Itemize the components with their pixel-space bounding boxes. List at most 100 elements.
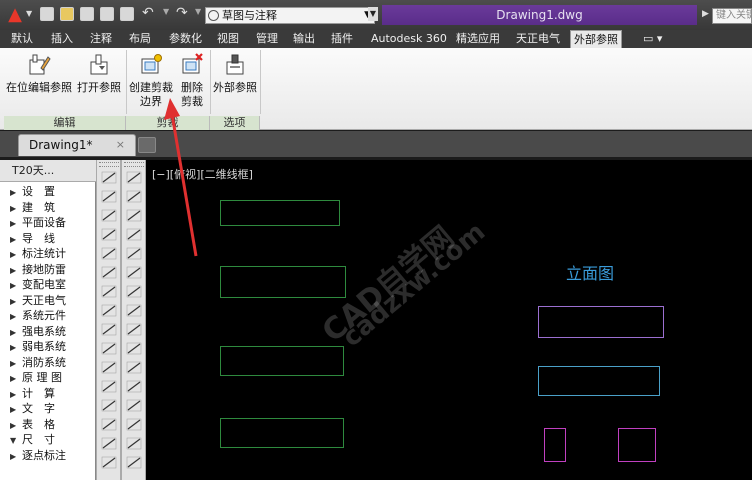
polygon-icon[interactable] — [125, 227, 143, 242]
tab-11[interactable]: 天正电气 — [513, 30, 563, 48]
rectangle-icon[interactable] — [125, 246, 143, 261]
open-file-icon[interactable] — [60, 7, 74, 21]
palette-item[interactable]: ▶ 计 算 — [0, 386, 96, 402]
expand-arrow-icon: ▶ — [10, 250, 17, 259]
hatch-icon[interactable] — [100, 436, 118, 451]
polyline-icon[interactable] — [125, 208, 143, 223]
line-tool-icon[interactable] — [100, 170, 118, 185]
redo-icon[interactable]: ↷ — [176, 5, 188, 21]
save-icon[interactable] — [80, 7, 94, 21]
palette-item[interactable]: ▶ 原 理 图 — [0, 370, 96, 386]
palette-item[interactable]: ▶ 系统元件 — [0, 308, 96, 324]
palette-item[interactable]: ▶ 表 格 — [0, 417, 96, 433]
palette-item[interactable]: ▶ 建 筑 — [0, 200, 96, 216]
palette-item[interactable]: ▶ 弱电系统 — [0, 339, 96, 355]
print-icon[interactable] — [120, 7, 134, 21]
rectangle-icon[interactable] — [100, 246, 118, 261]
tab-5[interactable]: 视图 — [214, 30, 242, 48]
edit-reference-in-place-button[interactable]: 在位编辑参照 — [6, 52, 72, 95]
construction-line-icon[interactable] — [100, 189, 118, 204]
tab-drawing1[interactable]: Drawing1* × — [18, 134, 136, 156]
palette-item[interactable]: ▶ 强电系统 — [0, 324, 96, 340]
insert-block-icon[interactable] — [100, 379, 118, 394]
tab-2[interactable]: 注释 — [87, 30, 115, 48]
tab-7[interactable]: 输出 — [290, 30, 318, 48]
point-icon[interactable] — [125, 417, 143, 432]
construction-line-icon[interactable] — [125, 189, 143, 204]
tab-9[interactable]: Autodesk 360 — [368, 30, 450, 48]
expand-arrow-icon: ▶ — [10, 358, 17, 368]
spline-icon[interactable] — [125, 322, 143, 337]
tab-0[interactable]: 默认 — [8, 30, 36, 48]
quick-access-customize-icon[interactable]: ▼ — [368, 7, 378, 21]
palette-item[interactable]: ▶ 变配电室 — [0, 277, 96, 293]
circle-icon[interactable] — [125, 284, 143, 299]
drawing-canvas[interactable]: [−][俯视][二维线框] 立面图 CAD自学网 cadzxw.com — [146, 160, 752, 480]
tab-6[interactable]: 管理 — [253, 30, 281, 48]
ellipse-icon[interactable] — [100, 341, 118, 356]
ellipse-arc-icon[interactable] — [100, 360, 118, 375]
external-reference-button[interactable]: 外部参照 — [212, 52, 258, 95]
expand-arrow-icon: ▶ — [10, 219, 17, 228]
palette-item[interactable]: ▶ 天正电气 — [0, 293, 96, 309]
close-icon[interactable]: × — [116, 135, 125, 155]
tab-4[interactable]: 参数化 — [166, 30, 205, 48]
tab-10[interactable]: 精选应用 — [453, 30, 503, 48]
revision-cloud-icon[interactable] — [100, 303, 118, 318]
new-file-icon[interactable] — [40, 7, 54, 21]
workspace-selector[interactable]: 草图与注释 ▼ — [205, 7, 375, 24]
ellipse-arc-icon[interactable] — [125, 360, 143, 375]
undo-dropdown-icon[interactable]: ▼ — [163, 7, 169, 16]
palette-item[interactable]: ▶ 接地防雷 — [0, 262, 96, 278]
gradient-icon[interactable] — [125, 455, 143, 470]
ellipse-icon[interactable] — [125, 341, 143, 356]
point-icon[interactable] — [100, 417, 118, 432]
hatch-icon[interactable] — [125, 436, 143, 451]
palette-item[interactable]: ▶ 导 线 — [0, 231, 96, 247]
palette-item[interactable]: ▶ 消防系统 — [0, 355, 96, 371]
palette-item[interactable]: ▶ 设 置 — [0, 184, 96, 200]
ribbon-minimize-icon[interactable]: ▭ ▾ — [640, 30, 665, 48]
revision-cloud-icon[interactable] — [125, 303, 143, 318]
spline-icon[interactable] — [100, 322, 118, 337]
tab-1[interactable]: 插入 — [48, 30, 76, 48]
circle-icon[interactable] — [100, 284, 118, 299]
polyline-icon[interactable] — [100, 208, 118, 223]
palette-item-label: 强电系统 — [22, 324, 66, 338]
palette-item[interactable]: ▶ 文 字 — [0, 401, 96, 417]
palette-item[interactable]: ▶ 逐点标注 — [0, 448, 96, 464]
toolbar-grip[interactable] — [99, 162, 119, 167]
application-menu-button[interactable]: ▲ — [4, 4, 26, 26]
search-input[interactable]: 键入关键 — [712, 8, 752, 24]
app-menu-dropdown-icon[interactable]: ▼ — [26, 9, 32, 18]
tab-8[interactable]: 插件 — [328, 30, 356, 48]
elevation-drawing — [538, 306, 664, 338]
arc-icon[interactable] — [125, 265, 143, 280]
elevation-title: 立面图 — [566, 264, 615, 283]
undo-icon[interactable]: ↶ — [142, 5, 154, 21]
make-block-icon[interactable] — [125, 398, 143, 413]
expand-arrow-icon: ▶ — [10, 312, 17, 321]
palette-item[interactable]: ▶ 标注统计 — [0, 246, 96, 262]
floor-plan-drawing — [220, 266, 346, 298]
new-tab-button[interactable] — [138, 137, 156, 153]
search-expand-icon[interactable]: ▶ — [702, 9, 709, 19]
make-block-icon[interactable] — [100, 398, 118, 413]
redo-dropdown-icon[interactable]: ▼ — [195, 7, 201, 16]
tab-3[interactable]: 布局 — [126, 30, 154, 48]
save-as-icon[interactable] — [100, 7, 114, 21]
tab-12[interactable]: 外部参照 — [570, 30, 622, 48]
annotation-arrow — [164, 98, 198, 257]
gradient-icon[interactable] — [100, 455, 118, 470]
open-reference-button[interactable]: 打开参照 — [74, 52, 124, 95]
palette-item[interactable]: ▼ 尺 寸 — [0, 432, 96, 448]
insert-block-icon[interactable] — [125, 379, 143, 394]
palette-item-label: 消防系统 — [22, 355, 66, 369]
line-tool-icon[interactable] — [125, 170, 143, 185]
palette-item[interactable]: ▶ 平面设备 — [0, 215, 96, 231]
floor-plan-drawing — [220, 346, 344, 376]
arc-icon[interactable] — [100, 265, 118, 280]
expand-arrow-icon: ▶ — [10, 405, 17, 414]
toolbar-grip[interactable] — [124, 162, 144, 167]
polygon-icon[interactable] — [100, 227, 118, 242]
